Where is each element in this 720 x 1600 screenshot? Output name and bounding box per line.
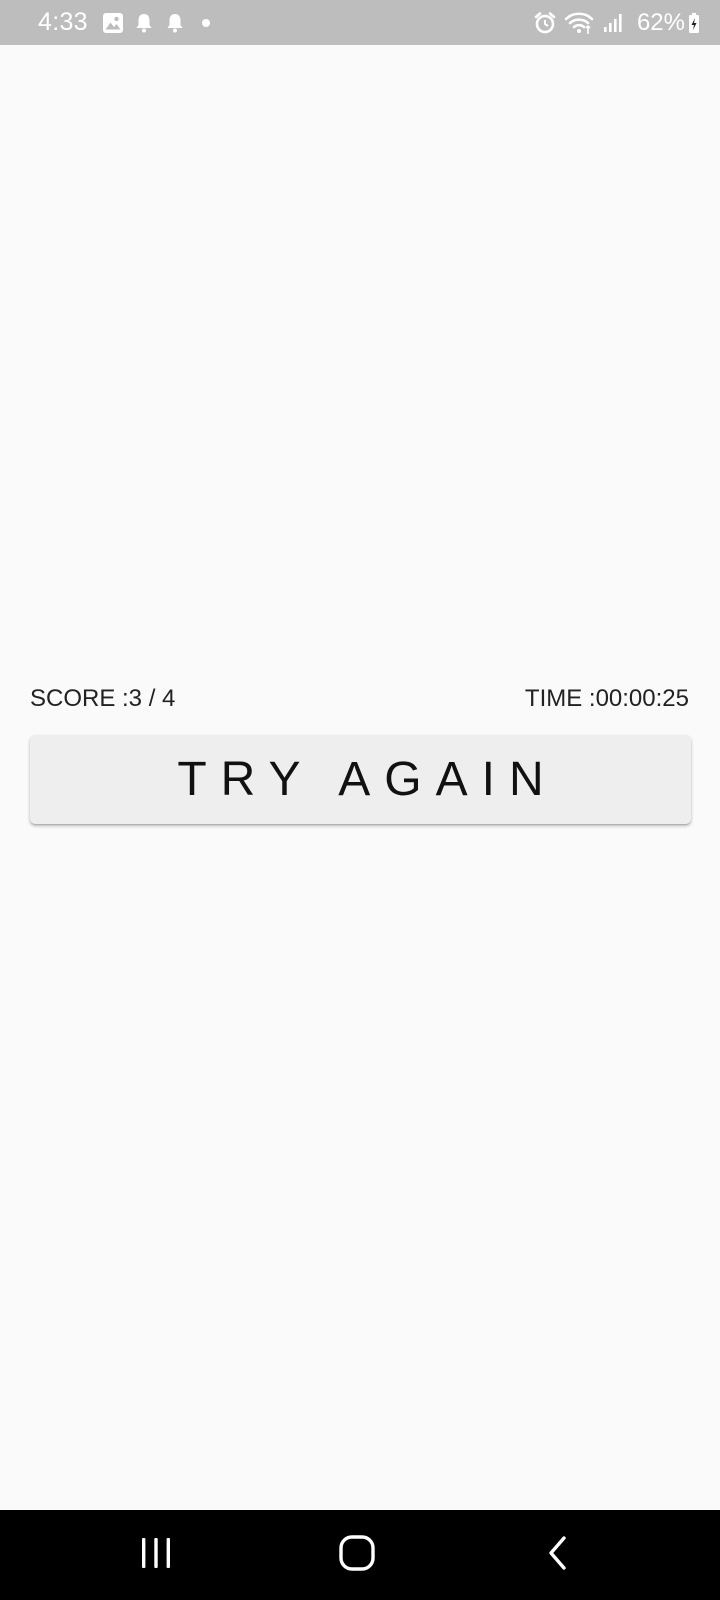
score-label: SCORE :3 / 4 bbox=[30, 685, 176, 712]
recents-button[interactable] bbox=[96, 1510, 216, 1600]
game-over-screen: SCORE :3 / 4 TIME :00:00:25 TRY AGAIN bbox=[0, 45, 720, 1510]
status-time: 4:33 bbox=[38, 8, 88, 36]
result-info-row: SCORE :3 / 4 TIME :00:00:25 bbox=[30, 687, 689, 711]
try-again-label: TRY AGAIN bbox=[177, 753, 558, 806]
signal-icon bbox=[600, 10, 626, 36]
status-bar-left: 4:33 bbox=[38, 8, 224, 37]
gallery-icon bbox=[100, 10, 126, 36]
status-bar: 4:33 62% bbox=[0, 0, 720, 45]
home-icon bbox=[338, 1534, 376, 1577]
bell-icon bbox=[162, 10, 188, 36]
alarm-icon bbox=[532, 10, 558, 36]
navigation-bar bbox=[0, 1510, 720, 1600]
try-again-button[interactable]: TRY AGAIN bbox=[30, 735, 691, 824]
bell-icon bbox=[131, 10, 157, 36]
wifi-icon bbox=[563, 10, 595, 36]
back-icon bbox=[546, 1535, 570, 1575]
home-button[interactable] bbox=[297, 1510, 417, 1600]
battery-icon bbox=[687, 10, 701, 36]
status-bar-right: 62% bbox=[532, 9, 706, 37]
dot-icon bbox=[193, 10, 219, 36]
battery-percent: 62% bbox=[636, 8, 685, 36]
time-label: TIME :00:00:25 bbox=[524, 685, 689, 712]
back-button[interactable] bbox=[498, 1510, 618, 1600]
recents-icon bbox=[139, 1536, 173, 1575]
